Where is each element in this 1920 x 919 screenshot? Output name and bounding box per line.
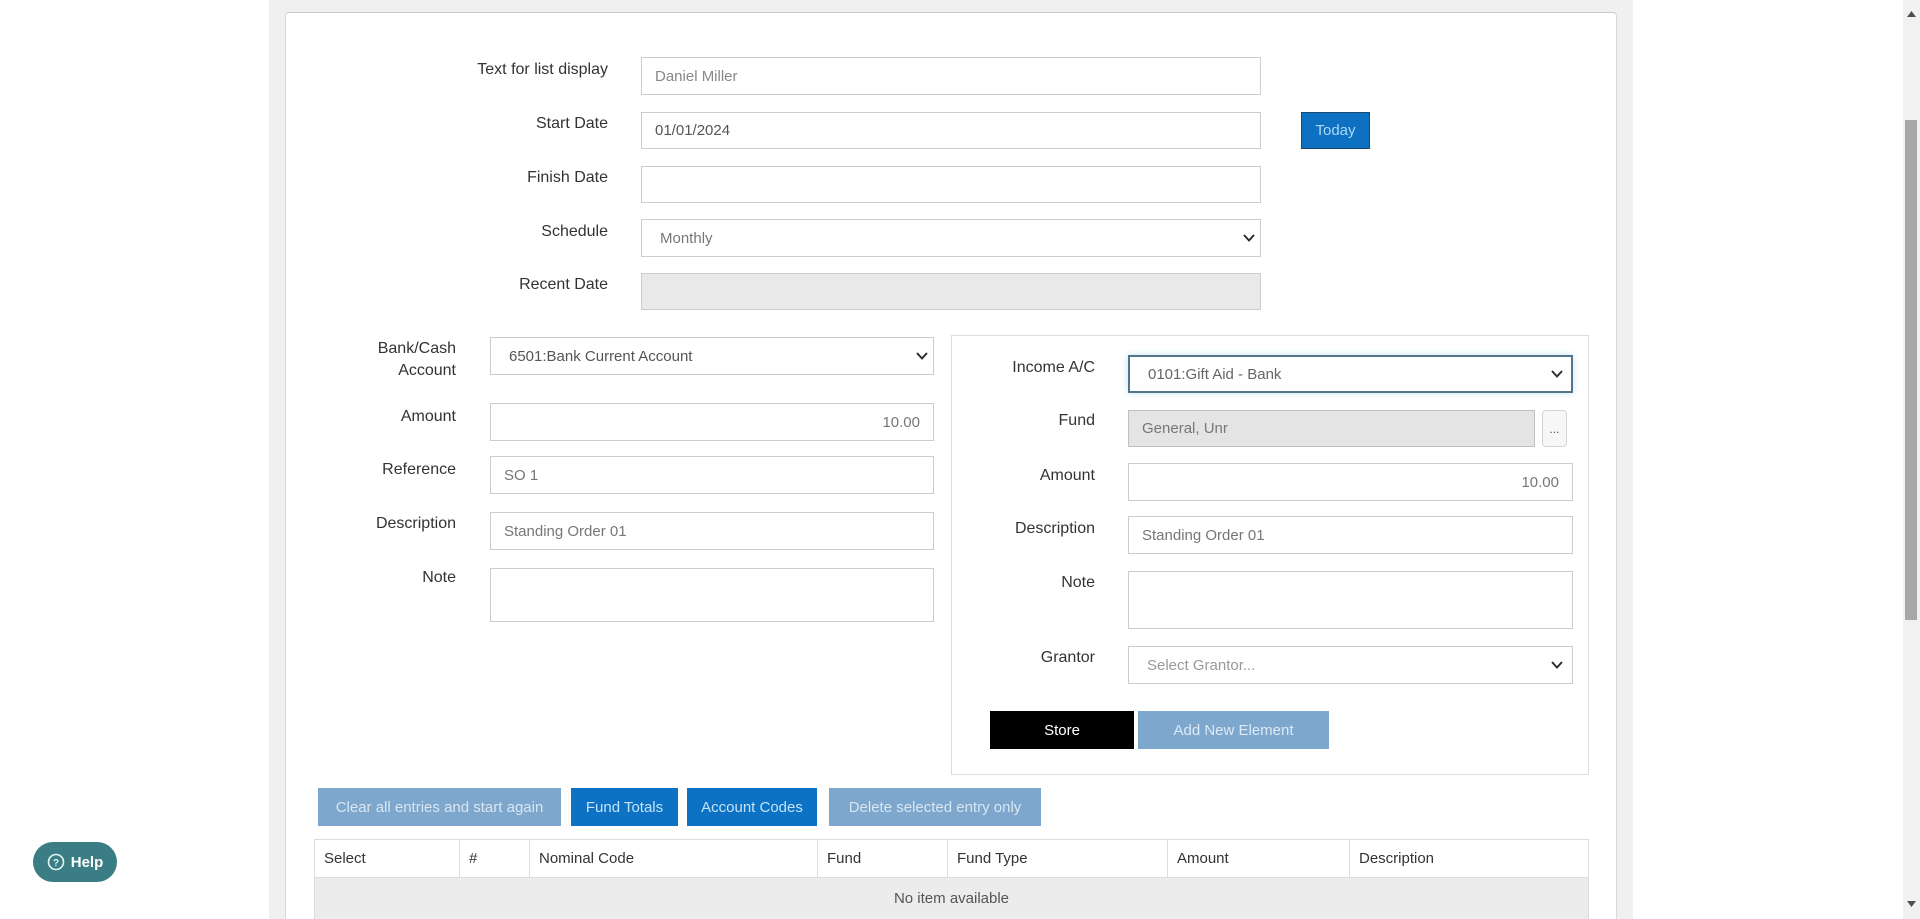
svg-text:?: ? xyxy=(53,858,59,869)
